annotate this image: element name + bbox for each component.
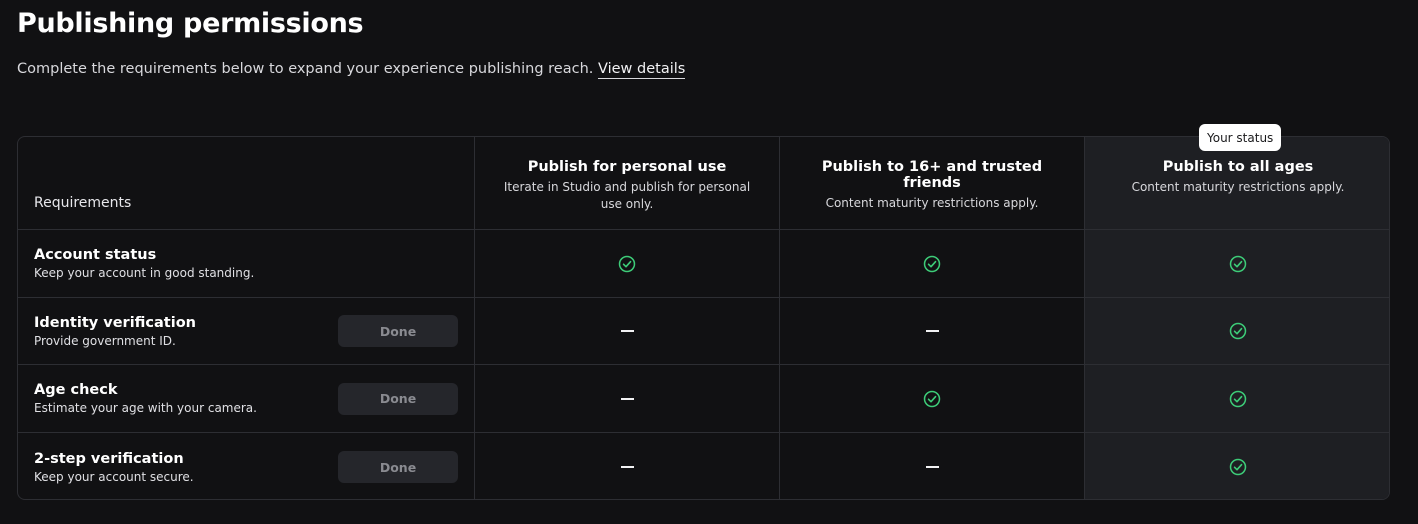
- status-cell: [780, 298, 1085, 365]
- age-check-done-button[interactable]: Done: [338, 382, 458, 415]
- identity-verification-done-button[interactable]: Done: [338, 315, 458, 347]
- requirement-desc: Keep your account in good standing.: [34, 266, 255, 280]
- status-cell: [780, 365, 1085, 433]
- requirement-identity-verification: Identity verification Provide government…: [18, 298, 475, 365]
- status-cell: [475, 230, 780, 298]
- subtitle-text: Complete the requirements below to expan…: [17, 61, 594, 77]
- publishing-permissions-page: Publishing permissions Complete the requ…: [0, 0, 1418, 524]
- status-cell: [780, 433, 1085, 499]
- check-circle-icon: [1229, 322, 1247, 340]
- status-cell: [475, 298, 780, 365]
- requirement-2-step-verification: 2-step verification Keep your account se…: [18, 433, 475, 499]
- status-cell: [780, 230, 1085, 298]
- tier-name: Publish for personal use: [527, 159, 727, 175]
- page-subtitle: Complete the requirements below to expan…: [17, 61, 686, 79]
- requirement-name: Identity verification: [34, 314, 196, 331]
- requirement-desc: Keep your account secure.: [34, 469, 194, 484]
- tier-name: Publish to all ages: [1162, 159, 1314, 175]
- tier-header-personal: Publish for personal use Iterate in Stud…: [475, 137, 780, 230]
- requirement-desc: Provide government ID.: [34, 333, 176, 348]
- status-cell: [1085, 365, 1389, 433]
- dash-icon: [620, 466, 634, 468]
- your-status-badge: Your status: [1199, 124, 1282, 151]
- tier-desc: Iterate in Studio and publish for person…: [503, 180, 751, 211]
- requirement-name: 2-step verification: [34, 450, 184, 467]
- status-cell: [1085, 298, 1389, 365]
- check-circle-icon: [923, 255, 941, 272]
- dash-icon: [925, 466, 939, 468]
- status-cell: [1085, 433, 1389, 499]
- dash-icon: [620, 397, 634, 400]
- check-circle-icon: [618, 255, 636, 272]
- requirements-header: Requirements: [18, 137, 475, 230]
- requirement-desc: Estimate your age with your camera.: [34, 401, 257, 415]
- page-title: Publishing permissions: [17, 8, 364, 39]
- requirement-name: Account status: [34, 247, 157, 263]
- requirement-name: Age check: [34, 382, 118, 398]
- requirement-account-status: Account status Keep your account in good…: [18, 230, 475, 298]
- tier-name: Publish to 16+ and trusted friends: [821, 159, 1043, 191]
- status-cell: [1085, 230, 1389, 298]
- tier-header-16-plus: Publish to 16+ and trusted friends Conte…: [780, 137, 1085, 230]
- permissions-table: Requirements Publish for personal use It…: [17, 136, 1390, 500]
- check-circle-icon: [1229, 458, 1247, 476]
- dash-icon: [620, 330, 634, 332]
- check-circle-icon: [1229, 255, 1247, 272]
- status-cell: [475, 433, 780, 499]
- 2-step-verification-done-button[interactable]: Done: [338, 451, 458, 483]
- check-circle-icon: [1229, 390, 1247, 407]
- requirement-age-check: Age check Estimate your age with your ca…: [18, 365, 475, 433]
- tier-desc: Content maturity restrictions apply.: [1131, 180, 1345, 194]
- view-details-link[interactable]: View details: [597, 61, 686, 79]
- tier-desc: Content maturity restrictions apply.: [825, 196, 1039, 210]
- dash-icon: [925, 330, 939, 332]
- check-circle-icon: [923, 390, 941, 407]
- status-cell: [475, 365, 780, 433]
